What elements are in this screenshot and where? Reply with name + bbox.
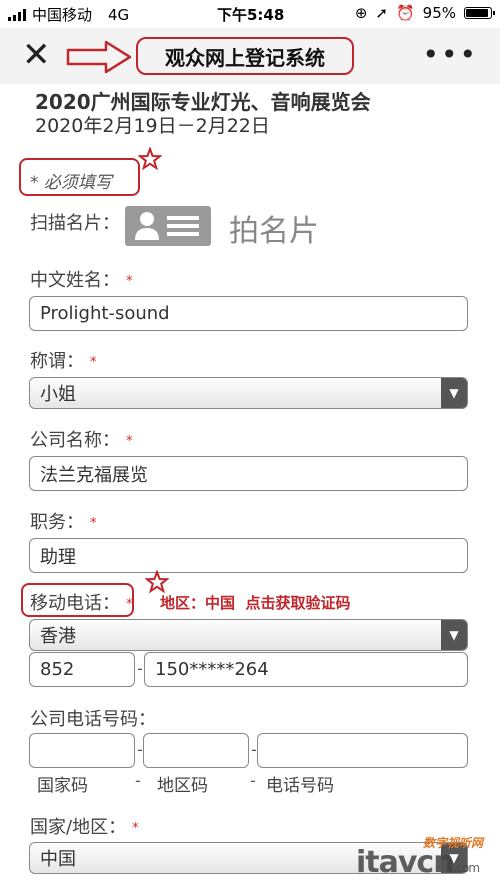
battery-percent: 95% bbox=[422, 4, 456, 22]
chevron-down-icon: ▼ bbox=[441, 620, 467, 650]
location-icon: ➚ bbox=[375, 4, 388, 22]
dash-separator: - bbox=[137, 659, 143, 678]
watermark-logo: itavcn.com bbox=[356, 845, 480, 880]
battery-icon bbox=[464, 7, 495, 19]
network-type: 4G bbox=[108, 5, 130, 24]
scan-card-label: 扫描名片： bbox=[30, 213, 120, 234]
mobile-region-value: 香港 bbox=[40, 626, 76, 647]
status-time: 下午5:48 bbox=[217, 6, 285, 24]
status-left: 中国移动 4G bbox=[8, 4, 129, 25]
company-phone-label: 公司电话号码： bbox=[30, 709, 156, 730]
business-card-icon bbox=[135, 212, 199, 240]
nav-bar: ✕ 观众网上登记系统 ••• bbox=[0, 28, 500, 84]
dash-separator: - bbox=[137, 740, 143, 759]
star-annotation-icon bbox=[145, 570, 169, 594]
status-right: ⊕ ➚ ⏰ 95% bbox=[354, 4, 495, 22]
salutation-select[interactable]: 小姐 ▼ bbox=[29, 377, 468, 409]
salutation-value: 小姐 bbox=[40, 384, 76, 405]
dash-separator: - bbox=[250, 771, 256, 790]
company-phone-country-code-input[interactable] bbox=[29, 733, 135, 768]
phone-number-caption: 电话号码 bbox=[266, 776, 334, 796]
country-value: 中国 bbox=[40, 849, 76, 870]
star-annotation-icon bbox=[138, 147, 162, 171]
mobile-hint: 地区：中国 点击获取验证码 bbox=[160, 594, 351, 612]
mobile-region-select[interactable]: 香港 ▼ bbox=[29, 619, 468, 651]
event-dates: 2020年2月19日－2月22日 bbox=[35, 115, 270, 137]
page-title: 观众网上登记系统 bbox=[136, 37, 354, 75]
carrier-name: 中国移动 bbox=[32, 6, 93, 24]
close-icon[interactable]: ✕ bbox=[22, 38, 51, 72]
company-input[interactable]: 法兰克福展览 bbox=[29, 456, 468, 491]
company-phone-number-input[interactable] bbox=[257, 733, 468, 768]
signal-icon bbox=[8, 8, 26, 21]
company-label: 公司名称： * bbox=[30, 430, 133, 451]
scan-card-text[interactable]: 拍名片 bbox=[229, 206, 319, 250]
salutation-label: 称谓： * bbox=[30, 351, 97, 372]
dash-separator: - bbox=[135, 771, 141, 790]
area-code-caption: 地区码 bbox=[157, 776, 208, 796]
mobile-country-code-input[interactable]: 852 bbox=[29, 652, 135, 687]
chevron-down-icon: ▼ bbox=[441, 378, 467, 408]
more-icon[interactable]: ••• bbox=[422, 38, 478, 71]
dash-separator: - bbox=[251, 740, 257, 759]
alarm-icon: ⏰ bbox=[395, 4, 415, 22]
chinese-name-label: 中文姓名： * bbox=[30, 270, 133, 291]
position-input[interactable]: 助理 bbox=[29, 538, 468, 573]
country-code-caption: 国家码 bbox=[37, 776, 88, 796]
country-label: 国家/地区： * bbox=[30, 817, 139, 838]
status-bar: 中国移动 4G 下午5:48 ⊕ ➚ ⏰ 95% bbox=[0, 0, 500, 28]
company-phone-area-code-input[interactable] bbox=[143, 733, 249, 768]
position-label: 职务： * bbox=[30, 512, 97, 533]
required-note: * 必须填写 bbox=[30, 173, 112, 193]
arrow-annotation-icon bbox=[66, 40, 132, 74]
mobile-label: 移动电话： * bbox=[30, 593, 133, 614]
mobile-number-input[interactable]: 150*****264 bbox=[144, 652, 468, 687]
scan-card-button[interactable] bbox=[125, 206, 211, 246]
chinese-name-input[interactable]: Prolight-sound bbox=[29, 296, 468, 331]
orientation-lock-icon: ⊕ bbox=[354, 4, 368, 22]
